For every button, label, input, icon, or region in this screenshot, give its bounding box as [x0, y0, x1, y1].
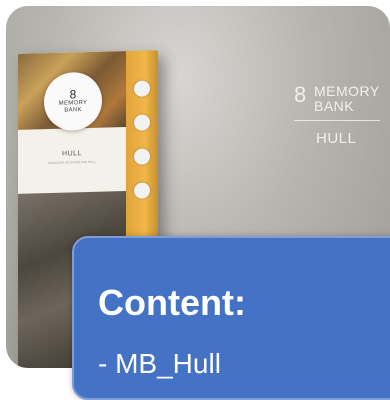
content-callout: Content: - MB_Hull: [72, 236, 390, 400]
booklet-title: HULL: [62, 150, 82, 158]
book-icon: [134, 80, 150, 97]
pen-icon: [134, 114, 150, 131]
logo-word-bank: BANK: [314, 98, 355, 114]
content-title: Content:: [98, 282, 246, 323]
memory-bank-logo-icon: 8: [294, 82, 307, 107]
content-list-item: - MB_Hull: [98, 348, 221, 379]
logo-city: HULL: [316, 130, 357, 147]
booklet-subtitle: DISCOVER ROTATION FOR HULL: [48, 159, 96, 166]
people-icon: [134, 182, 150, 199]
booklet-logo-word-bank: BANK: [64, 107, 82, 114]
logo-divider: [294, 120, 380, 121]
calendar-icon: [134, 148, 150, 165]
memory-bank-logo-mark: 8: [69, 87, 77, 102]
logo-word-memory: MEMORY: [314, 83, 380, 99]
